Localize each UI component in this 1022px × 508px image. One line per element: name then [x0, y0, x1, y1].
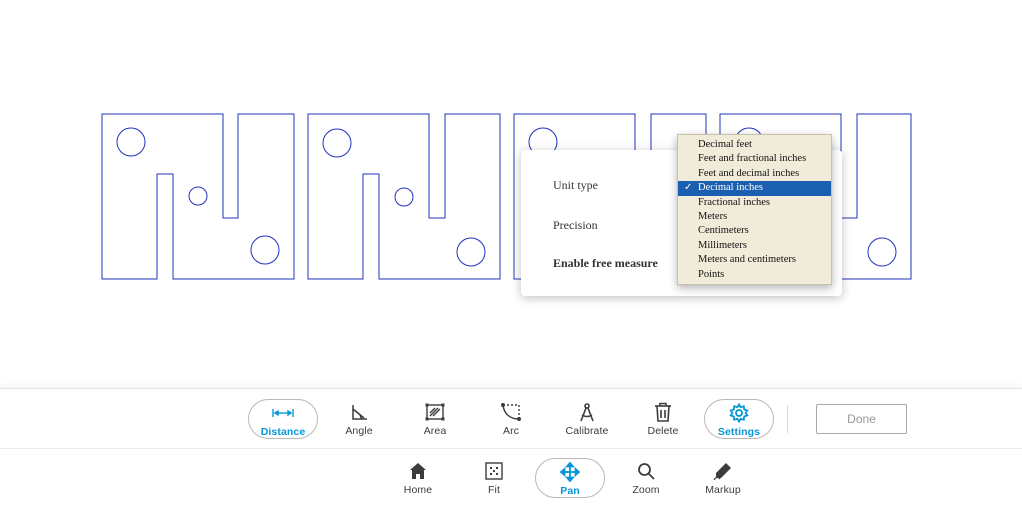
trash-icon	[651, 402, 675, 422]
area-label: Area	[423, 425, 447, 437]
unit-option-label: Decimal inches	[698, 182, 764, 194]
drawing-hole	[188, 186, 208, 206]
unit-option-label: Millimeters	[698, 239, 747, 251]
distance-label: Distance	[260, 426, 306, 438]
free-measure-label: Enable free measure	[553, 256, 658, 270]
unit-type-dropdown[interactable]: Decimal feet Feet and fractional inches Fe…	[677, 134, 832, 285]
checkmark-icon: ✓	[684, 182, 693, 194]
unit-option[interactable]: Meters and centimeters	[678, 253, 831, 267]
unit-option-label: Centimeters	[698, 225, 749, 237]
delete-button[interactable]: Delete	[628, 399, 698, 439]
pan-button[interactable]: Pan	[535, 458, 605, 498]
done-button[interactable]: Done	[816, 404, 907, 434]
unit-option[interactable]: Centimeters	[678, 224, 831, 238]
zoom-label: Zoom	[632, 484, 660, 496]
delete-label: Delete	[647, 425, 679, 437]
settings-label: Settings	[717, 426, 761, 438]
angle-icon	[347, 402, 371, 422]
arc-label: Arc	[502, 425, 520, 437]
unit-type-label: Unit type	[553, 178, 598, 192]
calibrate-label: Calibrate	[565, 425, 609, 437]
pencil-icon	[711, 461, 735, 481]
drawing-hole	[456, 237, 486, 267]
zoom-button[interactable]: Zoom	[611, 458, 681, 498]
unit-option[interactable]: Points	[678, 268, 831, 282]
angle-label: Angle	[345, 425, 373, 437]
fit-label: Fit	[488, 484, 500, 496]
unit-option[interactable]: Fractional inches	[678, 196, 831, 210]
settings-button[interactable]: Settings	[704, 399, 774, 439]
unit-option-label: Fractional inches	[698, 196, 771, 208]
drawing-hole	[867, 237, 897, 267]
markup-label: Markup	[705, 484, 741, 496]
distance-button[interactable]: Distance	[248, 399, 318, 439]
zoom-icon	[634, 461, 658, 481]
area-button[interactable]: Area	[400, 399, 470, 439]
unit-option-label: Points	[698, 268, 725, 280]
unit-option-label: Feet and decimal inches	[698, 167, 800, 179]
drawing-part-outline	[307, 113, 501, 280]
drawing-hole	[322, 128, 352, 158]
pan-label: Pan	[560, 485, 580, 497]
unit-option-label: Meters	[698, 210, 728, 222]
unit-option[interactable]: Meters	[678, 210, 831, 224]
drawing-hole	[116, 127, 146, 157]
measure-toolbar: Distance Angle Area Arc Calibrate Delete…	[0, 388, 1022, 448]
viewer-root: Unit type Precision Enable free measure …	[0, 0, 1022, 508]
drawing-hole	[394, 187, 414, 207]
fit-icon	[482, 461, 506, 481]
precision-label: Precision	[553, 218, 598, 232]
arc-button[interactable]: Arc	[476, 399, 546, 439]
distance-icon	[271, 403, 295, 423]
drawing-part-outline	[101, 113, 295, 280]
home-label: Home	[403, 484, 433, 496]
gear-icon	[727, 403, 751, 423]
unit-option[interactable]: Decimal feet	[678, 138, 831, 152]
unit-option-label: Meters and centimeters	[698, 254, 796, 266]
calibrate-button[interactable]: Calibrate	[552, 399, 622, 439]
navigation-toolbar: Home Fit Pan Zoom Markup	[0, 448, 1022, 508]
unit-option[interactable]: ✓ Decimal inches	[678, 181, 831, 196]
home-button[interactable]: Home	[383, 458, 453, 498]
unit-option-label: Decimal feet	[698, 139, 752, 150]
pan-icon	[558, 462, 582, 482]
markup-button[interactable]: Markup	[688, 458, 758, 498]
angle-button[interactable]: Angle	[324, 399, 394, 439]
fit-button[interactable]: Fit	[459, 458, 529, 498]
home-icon	[406, 461, 430, 481]
drawing-hole	[250, 235, 280, 265]
area-icon	[423, 402, 447, 422]
calibrate-icon	[575, 402, 599, 422]
toolbar-divider	[787, 405, 788, 433]
arc-icon	[499, 402, 523, 422]
unit-option[interactable]: Feet and decimal inches	[678, 167, 831, 181]
unit-option[interactable]: Millimeters	[678, 239, 831, 253]
drawing-canvas[interactable]	[0, 0, 1022, 388]
unit-option-label: Feet and fractional inches	[698, 153, 807, 165]
unit-option[interactable]: Feet and fractional inches	[678, 152, 831, 166]
